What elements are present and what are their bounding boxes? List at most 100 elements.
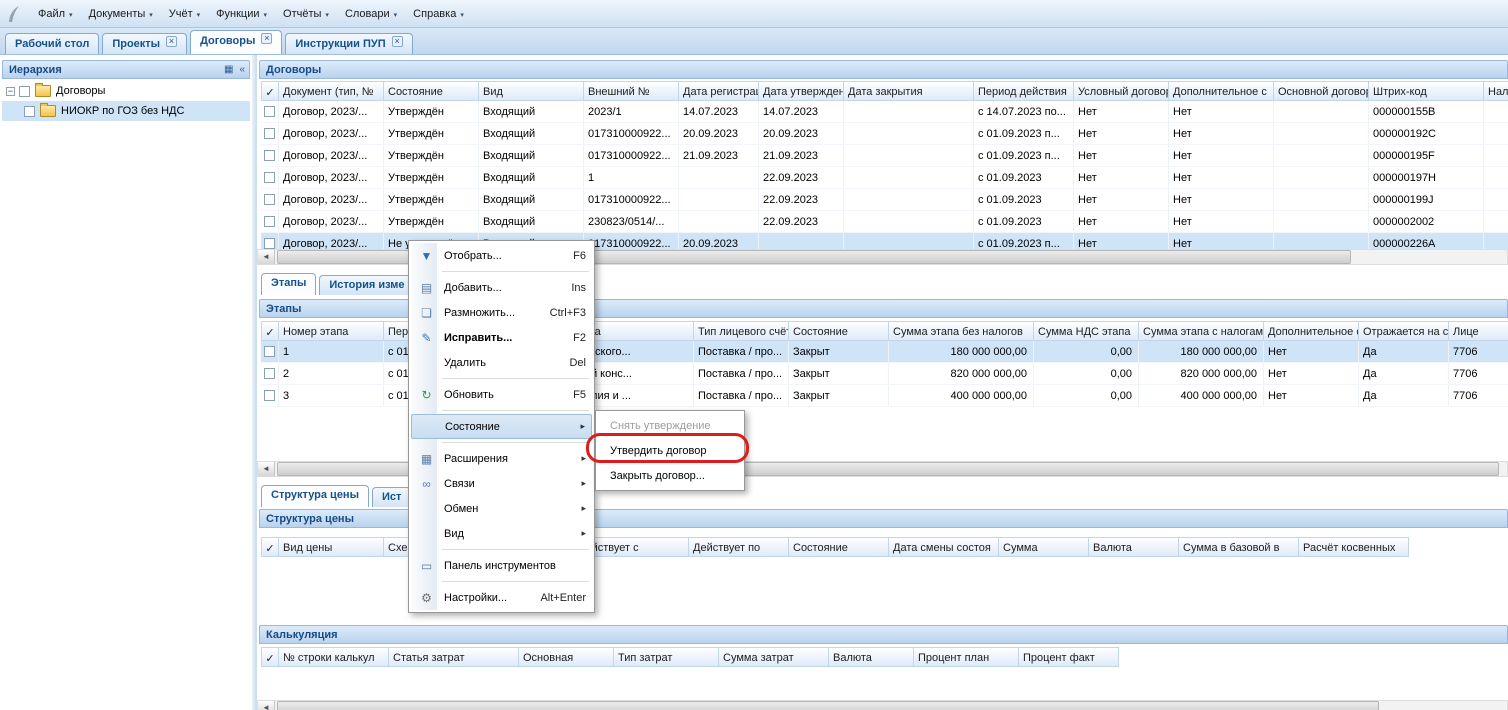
context-menu-item[interactable]: ❏Размножить...Ctrl+F3 [411,300,592,325]
table-row[interactable]: Договор, 2023/...УтверждёнВходящий230823… [261,211,1508,233]
column-header[interactable]: Вид цены [279,537,384,557]
row-checkbox[interactable] [264,216,275,227]
column-header[interactable]: Штрих-код [1369,81,1484,101]
column-header[interactable]: Лице [1449,321,1508,341]
menubar-item[interactable]: Функции▾ [208,4,275,24]
column-header[interactable]: Сумма в базовой в [1179,537,1299,557]
column-header[interactable]: Дополнительное с [1264,321,1359,341]
tab[interactable]: Ист [372,487,411,507]
row-checkbox[interactable] [264,238,275,249]
column-header[interactable]: № строки калькул [279,647,389,667]
context-menu-item[interactable]: ✎Исправить...F2 [411,325,592,350]
submenu-item[interactable]: Закрыть договор... [598,463,742,488]
column-header[interactable]: Дополнительное с [1169,81,1274,101]
column-header[interactable]: Тип лицевого счёт [694,321,789,341]
column-header[interactable]: ✓ [261,81,279,101]
column-header[interactable]: Дата смены состоя [889,537,999,557]
context-menu-item[interactable]: УдалитьDel [411,350,592,375]
column-header[interactable]: Внешний № [584,81,679,101]
column-header[interactable]: Документ (тип, № [279,81,384,101]
tab[interactable]: Инструкции ПУП× [285,33,412,54]
table-row[interactable]: Договор, 2023/...УтверждёнВходящий122.09… [261,167,1508,189]
scrollbar-thumb[interactable] [277,701,1379,710]
column-header[interactable]: Основная [519,647,614,667]
scroll-left-icon[interactable]: ◄ [258,701,275,710]
table-row[interactable]: Договор, 2023/...УтверждёнВходящий017310… [261,145,1508,167]
menubar-item[interactable]: Справка▾ [405,4,472,24]
column-header[interactable]: Процент факт [1019,647,1119,667]
context-menu-item[interactable]: ▦Расширения▸ [411,446,592,471]
column-header[interactable]: Вид [479,81,584,101]
column-header[interactable]: Процент план [914,647,1019,667]
row-checkbox[interactable] [264,194,275,205]
column-header[interactable]: Период действия [974,81,1074,101]
column-header[interactable]: ✓ [261,321,279,341]
context-menu-item[interactable]: Состояние▸ [411,414,592,439]
menubar-item[interactable]: Документы▾ [81,4,161,24]
column-header[interactable]: Сумма затрат [719,647,829,667]
column-header[interactable]: Состояние [789,321,889,341]
row-checkbox[interactable] [264,172,275,183]
tree-node-root[interactable]: − Договоры [2,81,250,101]
row-checkbox[interactable] [264,128,275,139]
tree-node-checkbox[interactable] [24,106,35,117]
table-row[interactable]: Договор, 2023/...УтверждёнВходящий2023/1… [261,101,1508,123]
horizontal-scrollbar[interactable]: ◄ [257,700,1508,710]
column-header[interactable]: Тип затрат [614,647,719,667]
column-header[interactable]: Дата утверждения [759,81,844,101]
context-menu-item[interactable]: ▤Добавить...Ins [411,275,592,300]
submenu-item[interactable]: Снять утверждение [598,413,742,438]
tab[interactable]: Структура цены [261,485,369,507]
menubar-item[interactable]: Файл▾ [30,4,81,24]
column-header[interactable]: Действует по [689,537,789,557]
column-header[interactable]: Дата регистрации [679,81,759,101]
column-header[interactable]: Сумма этапа без налогов [889,321,1034,341]
collapse-panel-icon[interactable]: « [239,64,245,76]
table-row[interactable]: Договор, 2023/...УтверждёнВходящий017310… [261,123,1508,145]
column-header[interactable]: ✓ [261,537,279,557]
context-menu-item[interactable]: Вид▸ [411,521,592,546]
column-header[interactable]: Состояние [384,81,479,101]
tab[interactable]: Этапы [261,273,316,295]
tree-node-checkbox[interactable] [19,86,30,97]
context-menu-item[interactable]: Обмен▸ [411,496,592,521]
column-header[interactable]: Сумма [999,537,1089,557]
column-header[interactable]: Номер этапа [279,321,384,341]
tab-close-icon[interactable]: × [392,36,403,47]
context-menu-item[interactable]: ↻ОбновитьF5 [411,382,592,407]
column-header[interactable]: Основной договор [1274,81,1369,101]
row-checkbox[interactable] [264,390,275,401]
grid-view-icon[interactable]: ▦ [224,64,233,76]
context-menu-item[interactable]: ▭Панель инструментов [411,553,592,578]
tab[interactable]: История изме [319,275,414,295]
tab-close-icon[interactable]: × [166,36,177,47]
column-header[interactable]: Сумма этапа с налогами [1139,321,1264,341]
column-header[interactable]: Дата закрытия [844,81,974,101]
menubar-item[interactable]: Учёт▾ [161,4,208,24]
tree-node-child[interactable]: НИОКР по ГОЗ без НДС [2,101,250,121]
column-header[interactable]: Валюта [1089,537,1179,557]
tab[interactable]: Договоры× [190,30,282,54]
column-header[interactable]: Валюта [829,647,914,667]
row-checkbox[interactable] [264,368,275,379]
column-header[interactable]: Отражается на су [1359,321,1449,341]
context-menu-item[interactable]: ⚙Настройки...Alt+Enter [411,585,592,610]
column-header[interactable]: Нало [1484,81,1508,101]
menubar-item[interactable]: Отчёты▾ [275,4,337,24]
scroll-left-icon[interactable]: ◄ [258,462,275,476]
column-header[interactable]: Расчёт косвенных [1299,537,1409,557]
column-header[interactable]: Состояние [789,537,889,557]
menubar-item[interactable]: Словари▾ [337,4,405,24]
tab-close-icon[interactable]: × [261,33,272,44]
column-header[interactable]: Статья затрат [389,647,519,667]
context-menu-item[interactable]: ∞Связи▸ [411,471,592,496]
row-checkbox[interactable] [264,150,275,161]
tab[interactable]: Рабочий стол [5,33,99,54]
row-checkbox[interactable] [264,106,275,117]
submenu-item[interactable]: Утвердить договор [598,438,742,463]
column-header[interactable]: Сумма НДС этапа [1034,321,1139,341]
scroll-left-icon[interactable]: ◄ [258,250,275,264]
tab[interactable]: Проекты× [102,33,187,54]
column-header[interactable]: Условный договор [1074,81,1169,101]
collapse-node-icon[interactable]: − [6,87,15,96]
